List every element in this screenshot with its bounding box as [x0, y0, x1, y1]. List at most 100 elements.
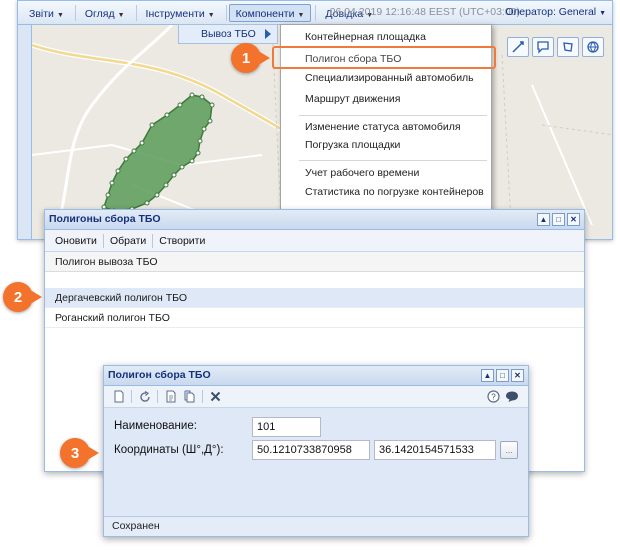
comment-icon — [505, 391, 518, 402]
comments-button[interactable] — [503, 388, 520, 405]
menu-item-site-loading[interactable]: Погрузка площадки — [281, 135, 491, 155]
step-badge-pointer — [260, 52, 270, 64]
svg-text:?: ? — [491, 393, 496, 402]
window-title: Полигоны сбора ТБО — [49, 213, 161, 225]
pick-coordinates-button[interactable]: ... — [500, 441, 518, 459]
status-bar: Сохранен — [104, 516, 528, 536]
datetime-display: 06.04.2019 12:16:48 EEST (UTC+03:00) — [329, 6, 520, 18]
menu-separator — [315, 4, 317, 21]
window-title-bar: Полигон сбора ТБО ▲ □ ✕ — [104, 366, 528, 386]
submenu-waste-removal-label: Вывоз ТБО — [201, 28, 256, 40]
menu-components[interactable]: Компоненти ▼ — [228, 3, 312, 22]
maximize-icon: □ — [556, 214, 561, 224]
menu-separator — [299, 160, 487, 161]
chevron-down-icon: ▼ — [297, 11, 305, 19]
draw-line-tool-button[interactable] — [507, 37, 529, 57]
delete-button[interactable] — [207, 388, 224, 405]
window-controls: ▲ □ ✕ — [537, 213, 580, 226]
menu-separator — [299, 115, 487, 116]
copy-icon — [184, 390, 195, 403]
menu-view[interactable]: Огляд ▼ — [78, 4, 132, 22]
new-document-button[interactable] — [110, 388, 127, 405]
close-icon: ✕ — [514, 370, 521, 380]
step-badge-1: 1 — [231, 43, 261, 73]
name-label: Наименование: — [114, 420, 197, 432]
polygon-icon — [563, 42, 573, 52]
create-button[interactable]: Створити — [153, 232, 211, 250]
draw-polygon-tool-button[interactable] — [557, 37, 579, 57]
operator-label: Оператор: General — [505, 6, 597, 18]
window-controls: ▲ □ ✕ — [481, 369, 524, 382]
globe-tool-button[interactable] — [582, 37, 604, 57]
copy-button[interactable] — [181, 388, 198, 405]
draw-line-icon — [512, 41, 524, 53]
list-toolbar: Оновити Обрати Створити — [45, 230, 584, 252]
menu-tools-label: Інструменти — [145, 7, 205, 20]
window-title: Полигон сбора ТБО — [108, 369, 211, 381]
maximize-button[interactable]: □ — [552, 213, 565, 226]
menu-components-label: Компоненти — [235, 7, 295, 20]
delete-icon — [210, 391, 221, 402]
step-badge-3: 3 — [60, 438, 90, 468]
save-button[interactable] — [162, 388, 179, 405]
close-button[interactable]: ✕ — [567, 213, 580, 226]
window-title-bar: Полигоны сбора ТБО ▲ □ ✕ — [45, 210, 584, 230]
menu-item-loading-stats[interactable]: Статистика по погрузке контейнеров — [281, 182, 491, 202]
globe-icon — [587, 41, 599, 53]
name-input[interactable] — [252, 417, 321, 437]
longitude-input[interactable] — [374, 440, 496, 460]
landfill-form-window: Полигон сбора ТБО ▲ □ ✕ ? Наименование: … — [103, 365, 529, 537]
menu-separator — [74, 4, 76, 21]
coordinates-label: Координаты (Ш°,Д°): — [114, 444, 224, 456]
select-button[interactable]: Обрати — [104, 232, 152, 250]
map-side-panel — [18, 25, 32, 239]
step-badge-2: 2 — [3, 282, 33, 312]
step-badge-pointer — [89, 447, 99, 459]
menu-reports[interactable]: Звіти ▼ — [22, 4, 71, 22]
menu-item-container-site[interactable]: Контейнерная площадка — [281, 27, 491, 47]
menu-separator — [135, 4, 137, 21]
menu-item-vehicle-status-change[interactable]: Изменение статуса автомобиля — [281, 117, 491, 137]
chevron-down-icon: ▼ — [117, 11, 125, 19]
list-item[interactable]: Роганский полигон ТБО — [45, 308, 584, 328]
help-icon: ? — [487, 390, 500, 403]
chevron-down-icon: ▼ — [56, 11, 64, 19]
close-icon: ✕ — [570, 214, 577, 224]
operator-menu[interactable]: Оператор: General ▼ — [505, 6, 606, 18]
collapse-icon: ▲ — [483, 370, 492, 380]
menu-reports-label: Звіти — [29, 7, 54, 20]
toolbar-separator — [131, 390, 132, 403]
menu-view-label: Огляд — [84, 7, 115, 20]
save-document-icon — [166, 390, 175, 403]
chevron-down-icon: ▼ — [207, 11, 215, 19]
comment-icon — [537, 41, 549, 54]
help-button[interactable]: ? — [485, 388, 502, 405]
map-toolbar — [507, 37, 604, 57]
collapse-icon: ▲ — [539, 214, 548, 224]
collapse-button[interactable]: ▲ — [537, 213, 550, 226]
reload-button[interactable] — [136, 388, 153, 405]
menu-item-work-time[interactable]: Учет рабочего времени — [281, 163, 491, 183]
form-toolbar: ? — [104, 386, 528, 408]
menu-item-special-vehicle[interactable]: Специализированный автомобиль — [281, 68, 491, 88]
new-document-icon — [114, 390, 123, 403]
refresh-button[interactable]: Оновити — [49, 232, 103, 250]
step-badge-pointer — [32, 291, 42, 303]
maximize-icon: □ — [500, 370, 505, 380]
chevron-down-icon: ▼ — [599, 10, 606, 17]
refresh-icon — [139, 390, 150, 402]
latitude-input[interactable] — [252, 440, 370, 460]
submenu-waste-removal[interactable]: Вывоз ТБО — [178, 24, 278, 44]
list-column-header[interactable]: Полигон вывоза ТБО — [45, 252, 584, 272]
toolbar-separator — [157, 390, 158, 403]
list-item[interactable]: Дергачевский полигон ТБО — [45, 288, 584, 308]
toolbar-separator — [202, 390, 203, 403]
collapse-button[interactable]: ▲ — [481, 369, 494, 382]
menu-tools[interactable]: Інструменти ▼ — [139, 4, 222, 22]
highlight-frame — [272, 46, 496, 69]
maximize-button[interactable]: □ — [496, 369, 509, 382]
menu-item-route[interactable]: Маршрут движения — [281, 89, 491, 109]
menu-separator — [225, 4, 227, 21]
comment-tool-button[interactable] — [532, 37, 554, 57]
close-button[interactable]: ✕ — [511, 369, 524, 382]
